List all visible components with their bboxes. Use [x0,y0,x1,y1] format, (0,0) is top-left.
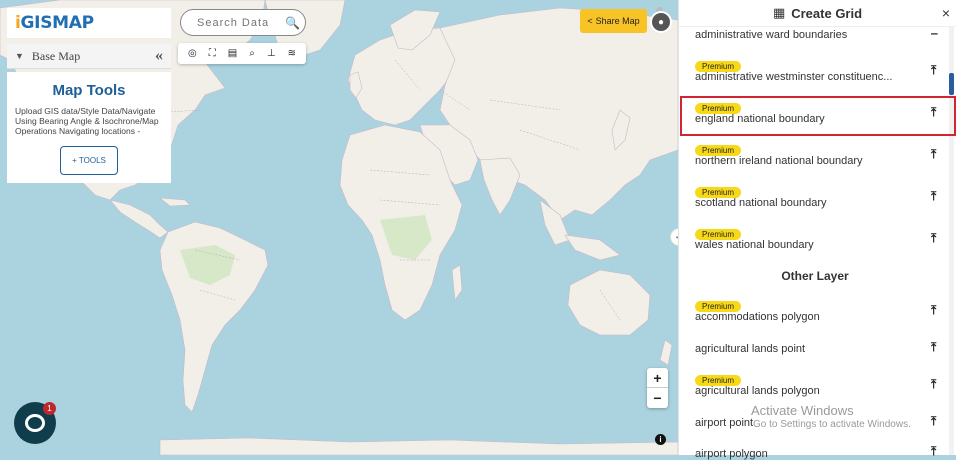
base-map-label: Base Map [31,48,81,63]
info-icon[interactable]: i [655,434,666,445]
search-bar[interactable]: 🔍 [180,9,306,36]
collapse-chevron-icon[interactable]: « [155,47,163,65]
base-map-header[interactable]: ▼ Base Map « [7,44,171,69]
upload-icon[interactable]: ⤒ [931,303,936,318]
add-tools-button[interactable]: + TOOLS [60,146,118,175]
user-avatar[interactable]: ● [650,11,672,33]
layers-icon[interactable]: ≋ [288,48,296,59]
zoom-control: + − [647,368,668,408]
zoom-search-icon[interactable]: ⌕ [249,48,255,59]
locate-icon[interactable]: ◎ [188,48,197,59]
search-icon[interactable]: 🔍 [285,16,300,30]
scrollbar-thumb[interactable] [949,73,954,95]
measure-icon[interactable]: ⊥ [267,48,276,59]
chat-notification-badge: 1 [43,402,56,415]
search-input[interactable] [197,16,285,29]
upload-icon[interactable]: ⤒ [931,340,936,355]
share-icon: < [587,16,593,26]
upload-icon[interactable]: ⤒ [931,414,936,429]
map-tools-description: Upload GIS data/Style Data/Navigate Usin… [15,106,159,136]
share-map-label: Share Map [595,16,640,26]
upload-icon[interactable]: ⤒ [931,231,936,246]
upload-icon[interactable]: ⤒ [931,444,936,459]
zoom-in-button[interactable]: + [647,368,668,388]
fullscreen-icon[interactable]: ⛶ [209,48,216,59]
share-map-button[interactable]: < Share Map [580,9,647,33]
section-heading: Other Layer [781,269,849,283]
upload-icon[interactable]: ⤒ [931,189,936,204]
upload-icon[interactable]: ‒ [931,26,938,40]
panel-header: ▦ Create Grid × [679,0,956,27]
upload-icon[interactable]: ⤒ [931,63,936,78]
zoom-out-button[interactable]: − [647,388,668,408]
print-icon[interactable]: ▤ [228,48,237,59]
map-tools-title: Map Tools [52,82,126,99]
gismap-logo[interactable]: iGISMAP [7,8,171,38]
close-icon[interactable]: × [942,5,950,21]
upload-icon[interactable]: ⤒ [931,377,936,392]
grid-icon: ▦ [772,5,786,20]
upload-icon[interactable]: ⤒ [931,147,936,162]
map-tools-panel: Map Tools Upload GIS data/Style Data/Nav… [7,72,171,183]
windows-activation-watermark: Activate Windows Go to Settings to activ… [751,403,911,430]
selection-highlight [680,96,956,136]
map-toolbar: ◎ ⛶ ▤ ⌕ ⊥ ≋ [178,43,306,64]
caret-down-icon: ▼ [15,51,24,61]
panel-title: Create Grid [791,5,863,21]
chat-icon [25,414,45,432]
user-icon: ● [652,13,670,31]
